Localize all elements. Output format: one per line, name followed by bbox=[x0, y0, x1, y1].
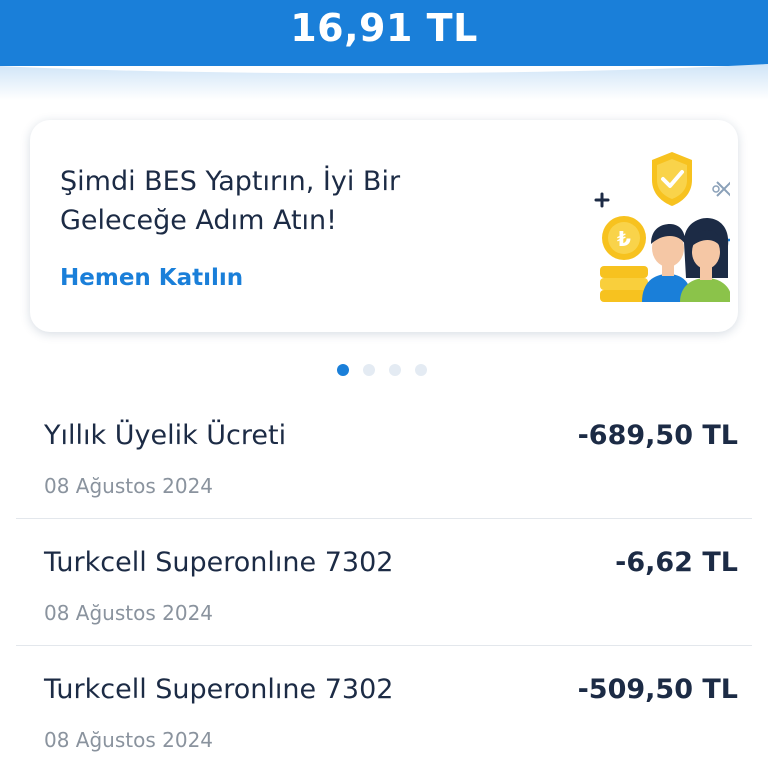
transaction-name: Turkcell Superonlıne 7302 bbox=[44, 674, 394, 705]
carousel-dot[interactable] bbox=[337, 364, 349, 376]
carousel-pager bbox=[337, 363, 427, 377]
transaction-name: Yıllık Üyelik Ücreti bbox=[44, 420, 287, 451]
transaction-amount: -6,62 TL bbox=[615, 547, 738, 578]
people-icon bbox=[642, 218, 730, 302]
transaction-row[interactable]: Yıllık Üyelik Ücreti -689,50 TL 08 Ağust… bbox=[16, 392, 752, 519]
transaction-date: 08 Ağustos 2024 bbox=[44, 728, 214, 752]
transaction-name: Turkcell Superonlıne 7302 bbox=[44, 547, 394, 578]
transaction-amount: -689,50 TL bbox=[577, 420, 738, 451]
transaction-date: 08 Ağustos 2024 bbox=[44, 601, 214, 625]
header-wave bbox=[0, 64, 768, 100]
transaction-amount: -509,50 TL bbox=[577, 674, 738, 705]
close-icon bbox=[712, 181, 730, 197]
join-now-link[interactable]: Hemen Katılın bbox=[60, 265, 243, 291]
shield-check-icon bbox=[652, 152, 692, 206]
carousel-dot[interactable] bbox=[363, 364, 375, 376]
svg-text:₺: ₺ bbox=[617, 227, 631, 251]
balance-header: 16,91 TL bbox=[0, 0, 768, 100]
carousel-dot[interactable] bbox=[389, 364, 401, 376]
plus-icon bbox=[594, 192, 610, 208]
transaction-row[interactable]: Turkcell Superonlıne 7302 -509,50 TL 08 … bbox=[16, 646, 752, 772]
transaction-row[interactable]: Turkcell Superonlıne 7302 -6,62 TL 08 Ağ… bbox=[16, 519, 752, 646]
promo-banner[interactable]: Şimdi BES Yaptırın, İyi Bir Geleceğe Adı… bbox=[30, 120, 738, 332]
balance-amount: 16,91 TL bbox=[290, 6, 478, 50]
carousel-dot[interactable] bbox=[415, 364, 427, 376]
transaction-date: 08 Ağustos 2024 bbox=[44, 474, 214, 498]
promo-title: Şimdi BES Yaptırın, İyi Bir Geleceğe Adı… bbox=[60, 166, 401, 236]
lira-coin-icon: ₺ bbox=[600, 216, 648, 302]
transaction-list: Yıllık Üyelik Ücreti -689,50 TL 08 Ağust… bbox=[16, 392, 752, 772]
pension-illustration: ₺ bbox=[594, 152, 730, 302]
